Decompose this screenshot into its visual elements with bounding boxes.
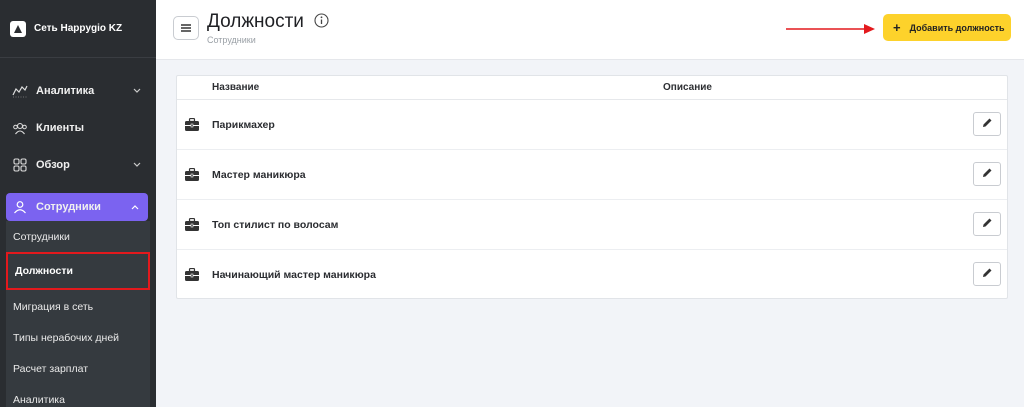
nav-item-label: Клиенты bbox=[36, 121, 85, 134]
edit-button[interactable] bbox=[973, 112, 1001, 136]
positions-table: Название Описание Парикмахер Мастер мани… bbox=[176, 75, 1008, 299]
position-name: Мастер маникюра bbox=[212, 169, 306, 181]
briefcase-icon bbox=[185, 217, 199, 231]
chevron-down-icon bbox=[132, 86, 142, 96]
submenu-item-employees[interactable]: Сотрудники bbox=[6, 221, 150, 252]
table-header: Название Описание bbox=[177, 76, 1007, 100]
nav-item-label: Сотрудники bbox=[36, 201, 101, 213]
briefcase-icon bbox=[185, 167, 199, 181]
table-row[interactable]: Парикмахер bbox=[177, 100, 1007, 150]
nav: Аналитика Клиенты Обзор Сотрудники Сотру… bbox=[0, 58, 156, 407]
brand-name: Сеть Happygio KZ bbox=[34, 23, 123, 34]
nav-item-label: Обзор bbox=[36, 158, 70, 171]
table-row[interactable]: Мастер маникюра bbox=[177, 150, 1007, 200]
pencil-icon bbox=[982, 115, 993, 133]
add-position-label: Добавить должность bbox=[909, 22, 1005, 33]
table-row[interactable]: Топ стилист по волосам bbox=[177, 200, 1007, 250]
column-header-description: Описание bbox=[663, 82, 712, 93]
grid-icon bbox=[12, 157, 28, 173]
brand-logo-icon bbox=[10, 20, 26, 37]
submenu: Сотрудники Должности Миграция в сеть Тип… bbox=[6, 221, 150, 407]
annotation-arrow-icon bbox=[786, 22, 876, 36]
submenu-item-analytics[interactable]: Аналитика bbox=[6, 384, 150, 407]
chevron-down-icon bbox=[132, 160, 142, 170]
plus-icon: + bbox=[893, 20, 901, 35]
nav-item-clients[interactable]: Клиенты bbox=[0, 109, 156, 146]
edit-button[interactable] bbox=[973, 262, 1001, 286]
brand[interactable]: Сеть Happygio KZ bbox=[0, 0, 156, 58]
breadcrumb[interactable]: Сотрудники bbox=[207, 35, 256, 45]
info-icon[interactable] bbox=[314, 13, 329, 28]
nav-item-overview[interactable]: Обзор bbox=[0, 146, 156, 183]
chevron-up-icon bbox=[130, 202, 140, 212]
pencil-icon bbox=[982, 215, 993, 233]
clients-icon bbox=[12, 120, 28, 136]
position-name: Парикмахер bbox=[212, 119, 275, 131]
submenu-item-positions[interactable]: Должности bbox=[6, 252, 150, 290]
edit-button[interactable] bbox=[973, 212, 1001, 236]
edit-button[interactable] bbox=[973, 162, 1001, 186]
column-header-name: Название bbox=[212, 82, 260, 93]
table-row[interactable]: Начинающий мастер маникюра bbox=[177, 250, 1007, 300]
position-name: Начинающий мастер маникюра bbox=[212, 269, 376, 281]
add-position-button[interactable]: + Добавить должность bbox=[883, 14, 1011, 41]
page-title: Должности bbox=[207, 11, 304, 32]
submenu-item-salary[interactable]: Расчет зарплат bbox=[6, 353, 150, 384]
briefcase-icon bbox=[185, 267, 199, 281]
analytics-icon bbox=[12, 83, 28, 99]
hamburger-icon bbox=[181, 19, 191, 37]
header: Должности Сотрудники + Добавить должност… bbox=[156, 0, 1024, 60]
submenu-item-migration[interactable]: Миграция в сеть bbox=[6, 291, 150, 322]
submenu-item-dayoff-types[interactable]: Типы нерабочих дней bbox=[6, 322, 150, 353]
briefcase-icon bbox=[185, 117, 199, 131]
sidebar: Сеть Happygio KZ Аналитика Клиенты Обзор bbox=[0, 0, 156, 407]
menu-toggle-button[interactable] bbox=[173, 16, 199, 40]
nav-item-analytics[interactable]: Аналитика bbox=[0, 72, 156, 109]
user-icon bbox=[12, 199, 28, 215]
nav-item-label: Аналитика bbox=[36, 84, 95, 97]
position-name: Топ стилист по волосам bbox=[212, 219, 339, 231]
nav-item-employees[interactable]: Сотрудники bbox=[6, 193, 148, 221]
pencil-icon bbox=[982, 165, 993, 183]
pencil-icon bbox=[982, 265, 993, 283]
